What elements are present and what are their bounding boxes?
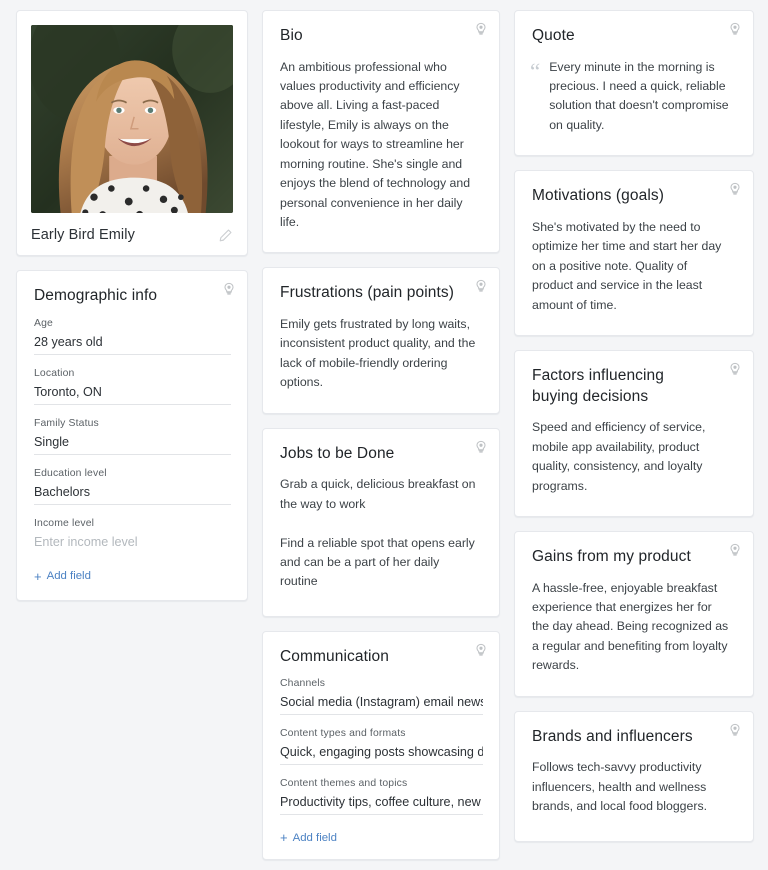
lightbulb-pin-icon[interactable]	[474, 440, 488, 454]
persona-board: Early Bird Emily Demographic info Age 28…	[0, 0, 768, 870]
column-left: Early Bird Emily Demographic info Age 28…	[16, 10, 248, 601]
card-text-bio: An ambitious professional who values pro…	[280, 59, 471, 229]
add-field-label: Add field	[46, 570, 91, 583]
field-label: Content themes and topics	[280, 778, 408, 790]
field-label: Location	[34, 367, 75, 379]
card-title-demographic: Demographic info	[34, 287, 158, 304]
demographic-info-card: Demographic info Age Location Family Sta…	[16, 270, 248, 601]
lightbulb-pin-icon[interactable]	[728, 543, 742, 557]
card-text-factors: Speed and efficiency of service, mobile …	[532, 420, 706, 493]
field-location: Location	[34, 368, 231, 405]
bio-card: Bio An ambitious professional who values…	[262, 10, 500, 254]
field-input-channels[interactable]	[280, 693, 483, 716]
quote-card: Quote “ Every minute in the morning is p…	[514, 10, 754, 157]
lightbulb-pin-icon[interactable]	[474, 279, 488, 293]
plus-icon: +	[34, 568, 42, 584]
card-text-motivations: She's motivated by the need to optimize …	[532, 219, 722, 312]
card-title-bio: Bio	[280, 27, 303, 44]
field-input-education-level[interactable]	[34, 482, 231, 505]
card-title-brands: Brands and influencers	[532, 727, 693, 745]
column-middle: Bio An ambitious professional who values…	[262, 10, 500, 861]
portrait-photo	[31, 25, 233, 213]
field-label: Education level	[34, 467, 107, 479]
field-family-status: Family Status	[34, 418, 231, 455]
card-title-factors: Factors influencing buying decisions	[532, 367, 664, 405]
field-label: Content types and formats	[280, 728, 406, 740]
card-text-gains: A hassle-free, enjoyable breakfast exper…	[532, 580, 729, 673]
communication-fields: Channels Content types and formats Conte…	[263, 667, 499, 859]
quote-content: “ Every minute in the morning is preciou…	[515, 47, 753, 156]
add-field-button-demographic[interactable]: + Add field	[34, 570, 91, 583]
persona-name: Early Bird Emily	[31, 227, 135, 243]
profile-name-row: Early Bird Emily	[31, 227, 233, 245]
factors-card: Factors influencing buying decisions Spe…	[514, 350, 754, 517]
field-education-level: Education level	[34, 468, 231, 505]
quote-mark-icon: “	[530, 58, 541, 84]
lightbulb-pin-icon[interactable]	[474, 22, 488, 36]
brands-card: Brands and influencers Follows tech-savv…	[514, 710, 754, 842]
pencil-icon[interactable]	[218, 228, 233, 243]
field-content-themes: Content themes and topics	[280, 778, 483, 816]
field-input-location[interactable]	[34, 382, 231, 405]
profile-card: Early Bird Emily	[16, 10, 248, 256]
gains-card: Gains from my product A hassle-free, enj…	[514, 530, 754, 697]
lightbulb-pin-icon[interactable]	[474, 643, 488, 657]
card-text-frustrations: Emily gets frustrated by long waits, inc…	[280, 317, 476, 390]
column-right: Quote “ Every minute in the morning is p…	[514, 10, 754, 842]
field-input-content-types[interactable]	[280, 743, 483, 766]
field-income-level: Income level	[34, 518, 231, 554]
field-content-types: Content types and formats	[280, 728, 483, 766]
card-title-frustrations: Frustrations (pain points)	[280, 284, 455, 302]
profile-content: Early Bird Emily	[17, 11, 247, 255]
lightbulb-pin-icon[interactable]	[728, 362, 742, 376]
field-label: Family Status	[34, 417, 99, 429]
field-input-age[interactable]	[34, 332, 231, 355]
card-title-communication: Communication	[280, 647, 389, 665]
motivations-card: Motivations (goals) She's motivated by t…	[514, 170, 754, 337]
card-text-brands: Follows tech-savvy productivity influenc…	[532, 760, 708, 814]
frustrations-card: Frustrations (pain points) Emily gets fr…	[262, 267, 500, 414]
jobs-to-be-done-card: Jobs to be Done Grab a quick, delicious …	[262, 427, 500, 617]
card-title-quote: Quote	[532, 27, 575, 44]
lightbulb-pin-icon[interactable]	[222, 282, 236, 296]
card-text-jobs: Grab a quick, delicious breakfast on the…	[280, 477, 476, 589]
field-label: Age	[34, 317, 53, 329]
lightbulb-pin-icon[interactable]	[728, 22, 742, 36]
field-label: Channels	[280, 678, 326, 690]
card-title-gains: Gains from my product	[532, 547, 691, 565]
card-title-motivations: Motivations (goals)	[532, 187, 664, 205]
card-title-jobs: Jobs to be Done	[280, 444, 395, 462]
communication-card: Communication Channels Content types and…	[262, 630, 500, 861]
lightbulb-pin-icon[interactable]	[728, 182, 742, 196]
add-field-button-communication[interactable]: + Add field	[280, 831, 337, 844]
card-text-quote: Every minute in the morning is precious.…	[549, 59, 729, 132]
field-age: Age	[34, 318, 231, 355]
field-input-family-status[interactable]	[34, 432, 231, 455]
lightbulb-pin-icon[interactable]	[728, 723, 742, 737]
field-channels: Channels	[280, 678, 483, 716]
field-input-content-themes[interactable]	[280, 793, 483, 816]
plus-icon: +	[280, 830, 288, 846]
demographic-fields: Age Location Family Status Education lev…	[17, 307, 247, 600]
add-field-label: Add field	[292, 831, 337, 844]
field-label: Income level	[34, 517, 95, 529]
field-input-income-level[interactable]	[34, 532, 231, 554]
